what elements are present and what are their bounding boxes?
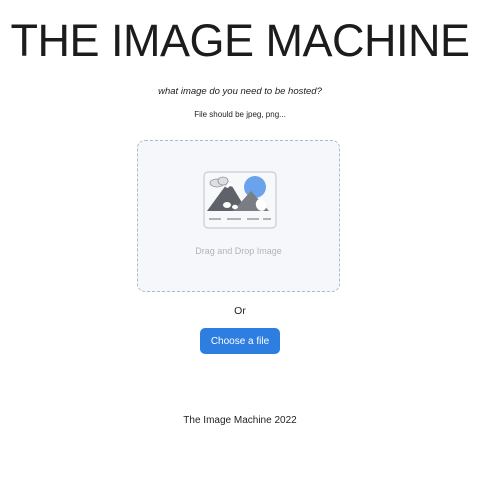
image-dropzone[interactable]: Drag and Drop Image [137, 140, 340, 292]
upload-prompt: what image do you need to be hosted? [158, 86, 322, 97]
footer-text: The Image Machine 2022 [183, 415, 297, 426]
file-type-hint: File should be jpeg, png... [194, 110, 286, 119]
image-placeholder-icon [203, 171, 277, 229]
dropzone-label: Drag and Drop Image [195, 246, 282, 256]
page-title: THE IMAGE MACHINE [10, 15, 470, 66]
choose-file-button[interactable]: Choose a file [200, 328, 280, 354]
or-separator: Or [234, 305, 246, 317]
